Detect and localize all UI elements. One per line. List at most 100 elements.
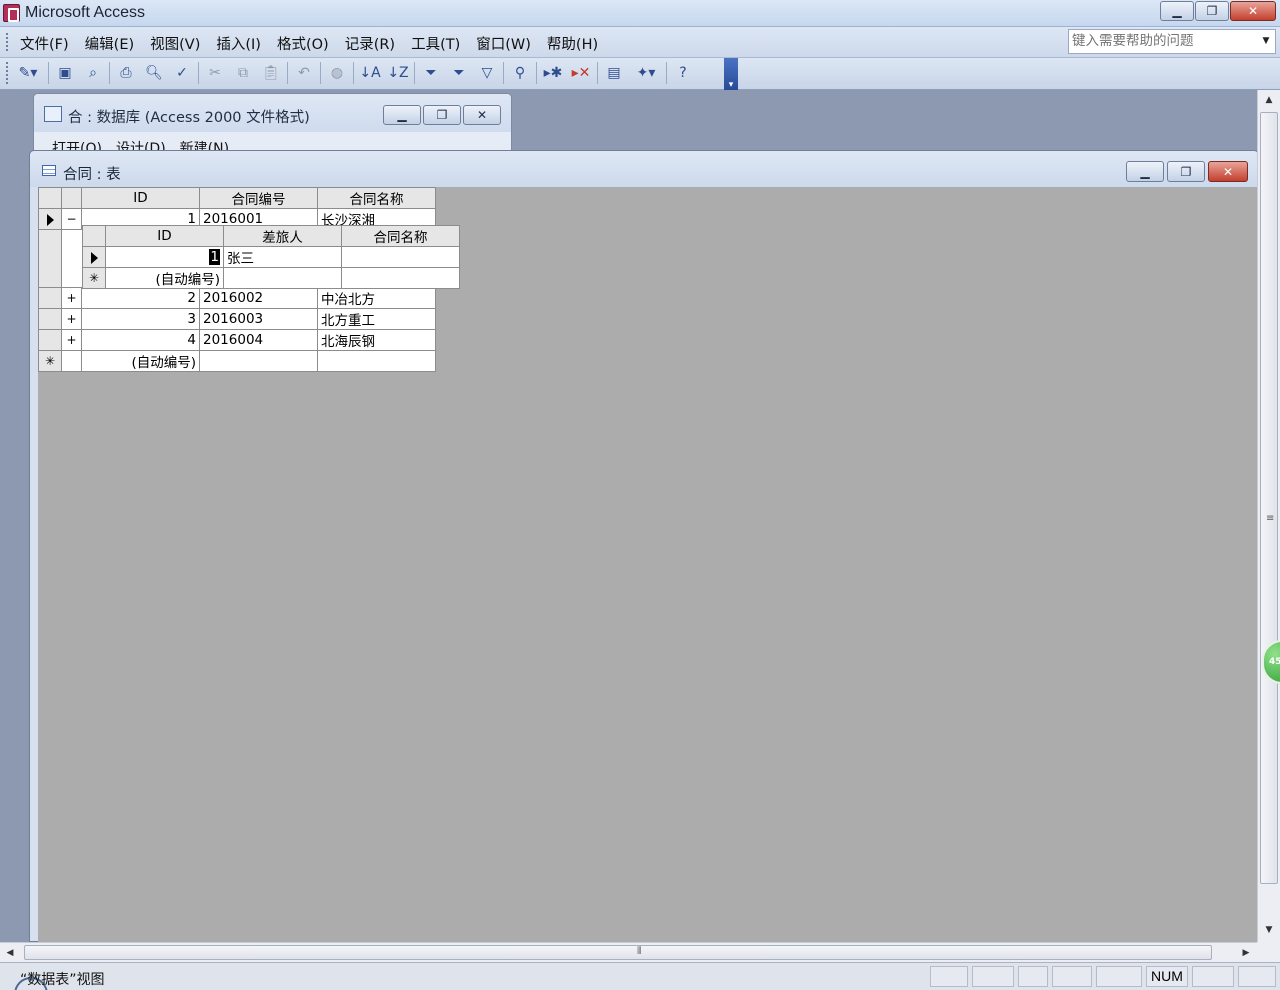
table-row[interactable]: + 3 2016003 北方重工 bbox=[38, 308, 436, 330]
filter-by-form-button[interactable]: ⏷ bbox=[447, 61, 471, 85]
apply-filter-button[interactable]: ▽ bbox=[475, 61, 499, 85]
sub-record-selector[interactable] bbox=[82, 246, 106, 268]
sub-column-header-traveler[interactable]: 差旅人 bbox=[223, 225, 342, 247]
sub-cell-traveler[interactable]: 张三 bbox=[223, 246, 342, 268]
sub-cell-traveler[interactable] bbox=[223, 267, 342, 289]
column-header-contract-name[interactable]: 合同名称 bbox=[317, 187, 436, 209]
menu-insert[interactable]: 插入(I) bbox=[216, 33, 261, 54]
menu-tools[interactable]: 工具(T) bbox=[411, 33, 460, 54]
sub-cell-contract-name[interactable] bbox=[341, 246, 460, 268]
menu-window[interactable]: 窗口(W) bbox=[476, 33, 531, 54]
database-window-button[interactable]: ▤ bbox=[602, 61, 626, 85]
expand-toggle[interactable]: + bbox=[61, 329, 82, 351]
minimize-button[interactable]: ▁ bbox=[1160, 1, 1194, 21]
undo-button[interactable]: ↶ bbox=[292, 61, 316, 85]
column-header-id[interactable]: ID bbox=[81, 187, 200, 209]
new-record-button[interactable]: ▸✱ bbox=[541, 61, 565, 85]
cell-id[interactable]: 2 bbox=[81, 287, 200, 309]
expand-toggle[interactable]: + bbox=[61, 287, 82, 309]
vertical-scrollbar[interactable]: ▲ ≡ ▼ bbox=[1257, 90, 1280, 942]
database-window[interactable]: 合 : 数据库 (Access 2000 文件格式) ▁ ❐ ✕ 打开(O) 设… bbox=[33, 93, 512, 155]
select-all-corner[interactable] bbox=[38, 187, 62, 209]
table-row[interactable]: 1 张三 bbox=[82, 246, 460, 268]
db-minimize-button[interactable]: ▁ bbox=[383, 105, 421, 125]
scroll-down-button[interactable]: ▼ bbox=[1258, 920, 1280, 940]
db-close-button[interactable]: ✕ bbox=[463, 105, 501, 125]
cell-contract-code[interactable] bbox=[199, 350, 318, 372]
table-window[interactable]: 合同 : 表 ▁ ❐ ✕ ID 合同编号 合同名称 − 1 2016001 长沙… bbox=[29, 150, 1259, 942]
cell-contract-name[interactable] bbox=[317, 350, 436, 372]
collapse-toggle[interactable]: − bbox=[61, 208, 82, 230]
cell-contract-name[interactable]: 北方重工 bbox=[317, 308, 436, 330]
chevron-down-icon[interactable]: ▼ bbox=[1259, 33, 1273, 50]
access-app-icon[interactable] bbox=[3, 4, 20, 22]
record-selector[interactable] bbox=[38, 208, 62, 230]
menu-format[interactable]: 格式(O) bbox=[277, 33, 329, 54]
cell-id-autonumber[interactable]: (自动编号) bbox=[81, 350, 200, 372]
cut-button[interactable]: ✂ bbox=[203, 61, 227, 85]
print-button[interactable]: ⎙ bbox=[114, 61, 138, 85]
sub-select-all-corner[interactable] bbox=[82, 225, 106, 247]
sub-column-header-contract-name[interactable]: 合同名称 bbox=[341, 225, 460, 247]
column-header-contract-code[interactable]: 合同编号 bbox=[199, 187, 318, 209]
close-button[interactable]: ✕ bbox=[1230, 1, 1276, 21]
help-search-input[interactable] bbox=[1069, 30, 1253, 52]
record-selector[interactable] bbox=[38, 308, 62, 330]
sub-cell-id-autonumber[interactable]: (自动编号) bbox=[105, 267, 224, 289]
help-button[interactable]: ? bbox=[671, 61, 695, 85]
sub-cell-id[interactable]: 1 bbox=[105, 246, 224, 268]
save-button[interactable]: ▣ bbox=[53, 61, 77, 85]
cell-contract-code[interactable]: 2016002 bbox=[199, 287, 318, 309]
sub-new-record-row[interactable]: ✳ (自动编号) bbox=[82, 267, 460, 289]
cell-contract-code[interactable]: 2016004 bbox=[199, 329, 318, 351]
copy-button[interactable]: ⧉ bbox=[231, 61, 255, 85]
find-button[interactable]: ⚲ bbox=[508, 61, 532, 85]
record-selector[interactable] bbox=[38, 329, 62, 351]
cell-contract-code[interactable]: 2016003 bbox=[199, 308, 318, 330]
horizontal-scroll-thumb[interactable]: ⦀ bbox=[24, 945, 1212, 960]
menu-edit[interactable]: 编辑(E) bbox=[85, 33, 134, 54]
toolbar-options-button[interactable]: ▾ bbox=[724, 58, 738, 90]
cell-id[interactable]: 3 bbox=[81, 308, 200, 330]
horizontal-scrollbar[interactable]: ◀ ⦀ ▶ bbox=[0, 942, 1257, 962]
paste-button[interactable]: 📋︎ bbox=[259, 61, 283, 85]
db-restore-button[interactable]: ❐ bbox=[423, 105, 461, 125]
table-close-button[interactable]: ✕ bbox=[1208, 161, 1248, 182]
new-object-button[interactable]: ✦▾ bbox=[630, 61, 662, 85]
new-record-selector[interactable]: ✳ bbox=[38, 350, 62, 372]
menu-file[interactable]: 文件(F) bbox=[20, 33, 69, 54]
spelling-button[interactable]: ✓ bbox=[170, 61, 194, 85]
table-restore-button[interactable]: ❐ bbox=[1167, 161, 1205, 182]
sub-column-header-id[interactable]: ID bbox=[105, 225, 224, 247]
scroll-left-button[interactable]: ◀ bbox=[0, 943, 20, 963]
table-row[interactable]: + 2 2016002 中冶北方 bbox=[38, 287, 436, 309]
table-row[interactable]: + 4 2016004 北海辰钢 bbox=[38, 329, 436, 351]
vertical-scroll-thumb[interactable]: ≡ bbox=[1260, 112, 1278, 884]
scroll-right-button[interactable]: ▶ bbox=[1236, 943, 1256, 963]
cell-contract-name[interactable]: 北海辰钢 bbox=[317, 329, 436, 351]
delete-record-button[interactable]: ▸✕ bbox=[569, 61, 593, 85]
table-minimize-button[interactable]: ▁ bbox=[1126, 161, 1164, 182]
expand-toggle[interactable]: + bbox=[61, 308, 82, 330]
toolbar-grip[interactable] bbox=[6, 62, 8, 84]
sort-ascending-button[interactable]: ↓A bbox=[358, 61, 382, 85]
restore-button[interactable]: ❐ bbox=[1195, 1, 1229, 21]
menu-records[interactable]: 记录(R) bbox=[345, 33, 395, 54]
sort-descending-button[interactable]: ↓Z bbox=[386, 61, 410, 85]
menu-help[interactable]: 帮助(H) bbox=[547, 33, 598, 54]
minimize-icon: ▁ bbox=[397, 108, 407, 122]
print-preview-button[interactable]: 🔍︎ bbox=[142, 61, 166, 85]
record-selector[interactable] bbox=[38, 287, 62, 309]
file-search-button[interactable]: ⌕ bbox=[81, 61, 105, 85]
cell-id[interactable]: 4 bbox=[81, 329, 200, 351]
hyperlink-button[interactable]: ◍ bbox=[325, 61, 349, 85]
sub-new-record-selector[interactable]: ✳ bbox=[82, 267, 106, 289]
view-button[interactable]: ✎▾ bbox=[12, 61, 44, 85]
cell-contract-name[interactable]: 中冶北方 bbox=[317, 287, 436, 309]
scroll-up-button[interactable]: ▲ bbox=[1258, 90, 1280, 110]
menu-view[interactable]: 视图(V) bbox=[150, 33, 200, 54]
new-record-row[interactable]: ✳ (自动编号) bbox=[38, 350, 436, 372]
filter-by-selection-button[interactable]: ⏷ bbox=[419, 61, 443, 85]
menu-grip[interactable] bbox=[6, 33, 8, 53]
sub-cell-contract-name[interactable] bbox=[341, 267, 460, 289]
